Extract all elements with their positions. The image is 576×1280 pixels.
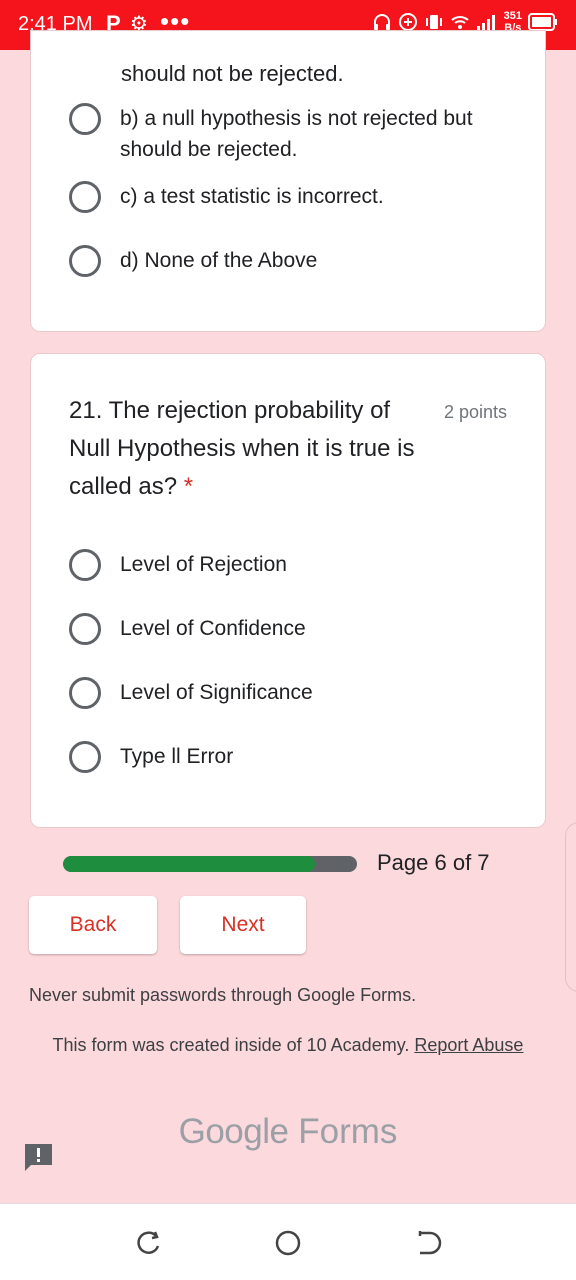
form-created-notice: This form was created inside of 10 Acade… <box>52 1035 524 1055</box>
report-feedback-icon[interactable] <box>22 1141 55 1174</box>
question-card-previous: should not be rejected. b) a null hypoth… <box>30 30 546 332</box>
home-icon[interactable] <box>273 1228 303 1258</box>
option-label: b) a null hypothesis is not rejected but… <box>120 107 473 161</box>
google-forms-logo: Google Forms <box>178 1112 398 1151</box>
option-label: c) a test statistic is incorrect. <box>120 185 384 208</box>
back-button[interactable]: Back <box>29 896 157 954</box>
option-label: Type ll Error <box>120 745 234 768</box>
report-abuse-link[interactable]: Report Abuse <box>414 1035 523 1055</box>
option-b[interactable]: b) a null hypothesis is not rejected but… <box>69 103 510 165</box>
option-type-ll-error[interactable]: Type ll Error <box>69 741 510 773</box>
battery-icon <box>528 13 557 31</box>
system-nav-bar <box>0 1203 576 1280</box>
radio-button[interactable] <box>69 549 101 581</box>
question-card: 21. The rejection probability of Null Hy… <box>30 353 546 828</box>
option-label: Level of Significance <box>120 681 313 704</box>
option-label: Level of Confidence <box>120 617 306 640</box>
progress-fill <box>63 856 315 872</box>
option-c[interactable]: c) a test statistic is incorrect. <box>69 181 510 213</box>
headset-icon <box>373 14 390 30</box>
next-button[interactable]: Next <box>180 896 306 954</box>
required-marker: * <box>183 473 194 500</box>
radio-button[interactable] <box>69 741 101 773</box>
option-level-of-significance[interactable]: Level of Significance <box>69 677 510 709</box>
side-panel-handle[interactable] <box>565 822 576 992</box>
radio-button[interactable] <box>69 613 101 645</box>
option-label: d) None of the Above <box>120 249 318 272</box>
option-level-of-confidence[interactable]: Level of Confidence <box>69 613 510 645</box>
radio-button[interactable] <box>69 181 101 213</box>
option-d[interactable]: d) None of the Above <box>69 245 510 277</box>
radio-button[interactable] <box>69 103 101 135</box>
progress-bar <box>63 856 357 872</box>
option-cut-text: should not be rejected. <box>121 61 344 86</box>
recent-apps-icon[interactable] <box>134 1228 164 1258</box>
signal-icon <box>476 15 495 30</box>
page-indicator: Page 6 of 7 <box>377 850 490 875</box>
back-nav-icon[interactable] <box>412 1228 442 1258</box>
vibrate-icon <box>425 15 442 29</box>
radio-button[interactable] <box>69 677 101 709</box>
question-title: 21. The rejection probability of Null Hy… <box>69 397 415 500</box>
option-level-of-rejection[interactable]: Level of Rejection <box>69 549 510 581</box>
plus-circle-icon <box>398 13 417 31</box>
question-points: 2 points <box>443 402 507 422</box>
option-label: Level of Rejection <box>120 553 287 576</box>
password-warning: Never submit passwords through Google Fo… <box>29 985 417 1005</box>
radio-button[interactable] <box>69 245 101 277</box>
wifi-icon <box>450 16 469 29</box>
